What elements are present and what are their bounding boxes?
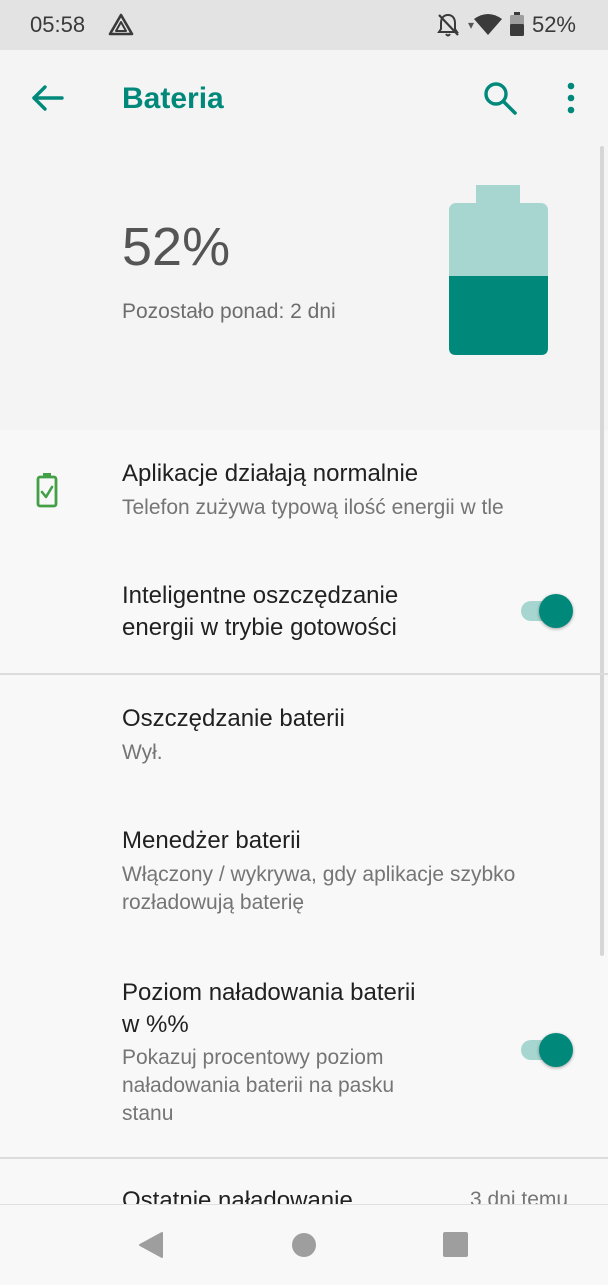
wifi-icon	[474, 14, 502, 35]
battery-level-graphic	[449, 185, 548, 355]
app-bar: Bateria	[0, 50, 608, 146]
item-title: Ostatnie naładowanie	[122, 1187, 353, 1204]
battery-percentage-toggle[interactable]	[519, 1033, 577, 1067]
search-icon[interactable]	[482, 80, 518, 116]
battery-check-icon	[36, 473, 58, 508]
item-title-line2: energii w trybie gotowości	[122, 614, 397, 641]
item-subtitle: Telefon zużywa typową ilość energii w tl…	[122, 496, 504, 519]
status-battery-percent: 52%	[531, 12, 576, 37]
back-arrow-icon[interactable]	[28, 80, 68, 116]
battery-saver-item[interactable]: Oszczędzanie baterii Wył.	[0, 675, 600, 797]
item-subtitle: Wył.	[122, 741, 163, 764]
item-title-line1: Poziom naładowania baterii	[122, 979, 416, 1006]
last-full-charge-item[interactable]: Ostatnie naładowanie 3 dni temu	[0, 1159, 600, 1204]
item-value: 3 dni temu	[470, 1188, 569, 1204]
battery-manager-item[interactable]: Menedżer baterii Włączony / wykrywa, gdy…	[0, 797, 600, 947]
apps-running-normally-item[interactable]: Aplikacje działają normalnie Telefon zuż…	[0, 430, 600, 554]
battery-summary-header: 52% Pozostało ponad: 2 dni	[0, 146, 608, 430]
toggle-thumb	[539, 594, 573, 628]
more-vert-icon[interactable]	[558, 80, 584, 116]
nav-recents-icon[interactable]	[443, 1232, 468, 1257]
item-subtitle-line1: Pokazuj procentowy poziom	[122, 1046, 384, 1069]
status-bar: 05:58 ▾ 52%	[0, 0, 608, 50]
navigation-bar	[0, 1204, 608, 1285]
assistant-navigation-icon	[108, 13, 134, 36]
item-title-line1: Inteligentne oszczędzanie	[122, 582, 399, 609]
smart-standby-toggle[interactable]	[519, 594, 577, 628]
status-time: 05:58	[30, 12, 86, 37]
notifications-off-icon	[437, 13, 459, 37]
item-title: Oszczędzanie baterii	[122, 705, 345, 732]
item-title: Aplikacje działają normalnie	[122, 460, 419, 487]
item-title: Menedżer baterii	[122, 827, 301, 854]
battery-remaining-time: Pozostało ponad: 2 dni	[122, 300, 336, 323]
nav-home-icon[interactable]	[292, 1233, 316, 1257]
page-title: Bateria	[122, 82, 224, 115]
item-title-line2: w %%	[122, 1011, 189, 1038]
item-subtitle-line3: stanu	[122, 1102, 174, 1125]
battery-percent: 52%	[122, 217, 231, 277]
toggle-thumb	[539, 1033, 573, 1067]
battery-icon	[510, 12, 524, 36]
battery-percentage-item[interactable]: Poziom naładowania baterii w %% Pokazuj …	[0, 947, 600, 1157]
nav-back-icon[interactable]	[138, 1231, 164, 1259]
smart-standby-saving-item[interactable]: Inteligentne oszczędzanie energii w tryb…	[0, 554, 600, 674]
item-subtitle-line2: rozładowują baterię	[122, 891, 305, 914]
scrollbar[interactable]	[600, 146, 604, 956]
item-subtitle-line1: Włączony / wykrywa, gdy aplikacje szybko	[122, 863, 516, 886]
item-subtitle-line2: naładowania baterii na pasku	[122, 1074, 395, 1097]
